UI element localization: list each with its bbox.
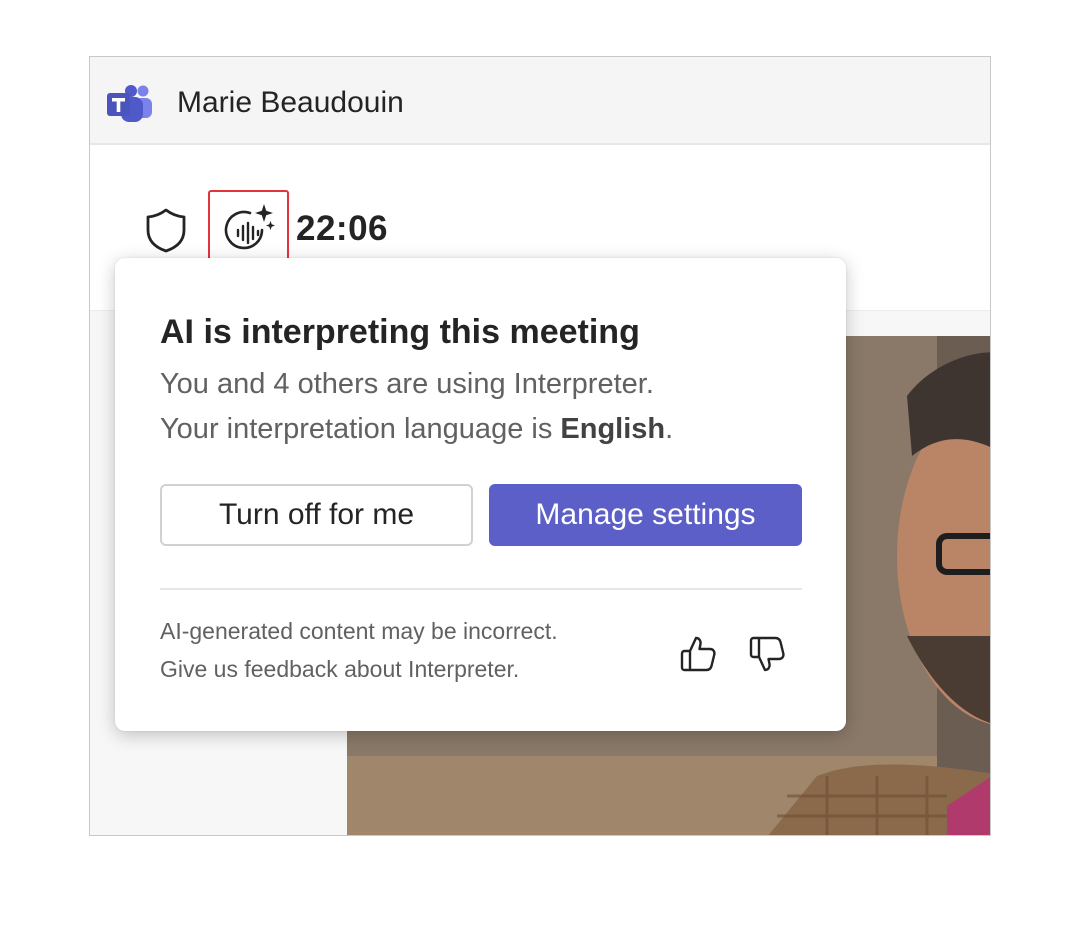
thumbs-down-icon[interactable] bbox=[746, 633, 788, 675]
interpreter-ai-icon bbox=[224, 204, 275, 250]
title-bar: Marie Beaudouin bbox=[90, 57, 990, 145]
window-title: Marie Beaudouin bbox=[177, 86, 404, 119]
language-info-prefix: Your interpretation language is bbox=[160, 413, 561, 445]
interpretation-language: English bbox=[560, 413, 666, 445]
participants-info: You and 4 others are using Interpreter. bbox=[160, 368, 654, 400]
meeting-timer: 22:06 bbox=[296, 209, 389, 248]
ai-disclaimer: AI-generated content may be incorrect. bbox=[160, 618, 558, 644]
divider bbox=[160, 588, 802, 590]
popover-title: AI is interpreting this meeting bbox=[160, 313, 640, 351]
interpreter-popover: AI is interpreting this meeting You and … bbox=[115, 258, 846, 731]
language-info: Your interpretation language is English. bbox=[160, 413, 673, 446]
shield-icon[interactable] bbox=[144, 206, 188, 254]
thumbs-up-icon[interactable] bbox=[677, 633, 719, 675]
manage-settings-button[interactable]: Manage settings bbox=[489, 484, 802, 546]
language-info-suffix: . bbox=[665, 413, 674, 445]
feedback-prompt: Give us feedback about Interpreter. bbox=[160, 656, 520, 682]
turn-off-button[interactable]: Turn off for me bbox=[160, 484, 473, 546]
teams-logo-icon bbox=[107, 85, 152, 122]
